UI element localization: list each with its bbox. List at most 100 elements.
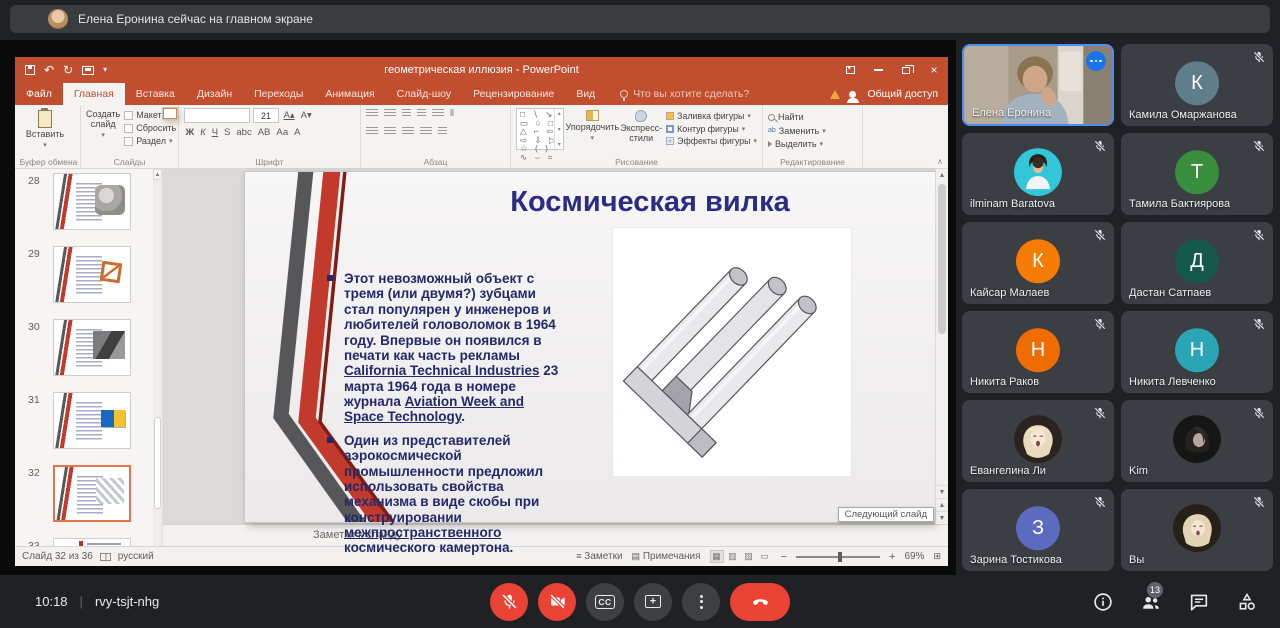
normal-view-button[interactable]: ▦ xyxy=(710,550,724,563)
collapse-ribbon-icon[interactable]: ∧ xyxy=(937,157,943,166)
slide-thumbnail-preview[interactable] xyxy=(53,319,131,376)
slide-thumbnail-preview[interactable] xyxy=(53,538,131,546)
activities-button[interactable] xyxy=(1236,591,1258,613)
slide-thumbnail[interactable]: 28 xyxy=(15,173,162,230)
zoom-slider[interactable] xyxy=(796,556,880,558)
ribbon-tab-6[interactable]: Анимация xyxy=(314,83,385,105)
slide-thumbnail[interactable]: 32 xyxy=(15,465,162,522)
shape-effects-button[interactable]: Эффекты фигуры▾ xyxy=(666,136,757,146)
warning-icon[interactable] xyxy=(830,90,840,99)
participant-tile[interactable]: ТТамила Бактиярова xyxy=(1121,133,1273,215)
participant-tile[interactable]: ККайсар Малаев xyxy=(962,222,1114,304)
arrange-button[interactable]: Упорядочить▾ xyxy=(568,108,616,143)
bullets-icon[interactable] xyxy=(366,109,378,118)
previous-slide-button[interactable]: ▲ xyxy=(936,498,948,511)
scroll-up-icon[interactable]: ▲ xyxy=(153,169,162,180)
ribbon-tab-7[interactable]: Слайд-шоу xyxy=(386,83,462,105)
select-button[interactable]: Выделить▾ xyxy=(768,139,826,149)
font-style-button[interactable]: Ж xyxy=(184,127,196,138)
decrease-font-icon[interactable]: А▾ xyxy=(299,110,313,121)
scroll-down-icon[interactable]: ▼ xyxy=(936,485,948,498)
slide-canvas[interactable]: Космическая вилка Этот невозможный объек… xyxy=(245,172,935,522)
participant-tile[interactable]: Елена Еронина xyxy=(962,44,1114,126)
camera-off-button[interactable] xyxy=(538,583,576,621)
font-style-button[interactable]: АВ xyxy=(256,127,272,138)
comments-toggle[interactable]: ▤ Примечания xyxy=(632,551,701,562)
shapes-scroll[interactable]: ▴▾▾ xyxy=(554,109,563,149)
notes-toggle[interactable]: ≡ Заметки xyxy=(576,551,622,562)
participant-tile[interactable]: ННикита Раков xyxy=(962,311,1114,393)
ribbon-tab-1[interactable]: Файл xyxy=(15,83,63,105)
align-center-icon[interactable] xyxy=(384,127,396,136)
slide-thumbnail-preview[interactable] xyxy=(53,173,131,230)
font-style-button[interactable]: Ч xyxy=(210,127,219,138)
slide-thumbnail-preview[interactable] xyxy=(53,465,131,522)
spellcheck-icon[interactable] xyxy=(100,553,111,561)
participant-tile[interactable]: ННикита Левченко xyxy=(1121,311,1273,393)
ribbon-tab-4[interactable]: Дизайн xyxy=(186,83,243,105)
reset-button[interactable]: Сбросить xyxy=(124,123,176,133)
fit-to-window-icon[interactable]: ⊞ xyxy=(933,551,941,562)
leave-call-button[interactable] xyxy=(730,583,790,621)
font-style-button[interactable]: К xyxy=(199,127,208,138)
numbering-icon[interactable] xyxy=(384,109,396,118)
mic-mute-button[interactable] xyxy=(490,583,528,621)
align-right-icon[interactable] xyxy=(402,127,414,136)
zoom-in-button[interactable]: + xyxy=(889,551,895,563)
section-button[interactable]: Раздел▾ xyxy=(124,136,176,146)
find-button[interactable]: Найти xyxy=(768,112,826,122)
font-style-button[interactable]: S xyxy=(223,127,232,138)
quick-styles-button[interactable]: Экспресс-стили xyxy=(620,108,662,144)
tile-more-options-button[interactable] xyxy=(1086,51,1106,71)
slide-thumbnail-preview[interactable] xyxy=(53,392,131,449)
chat-button[interactable] xyxy=(1188,591,1210,613)
font-style-button[interactable]: Аа xyxy=(275,127,290,138)
participants-button[interactable]: 13 xyxy=(1140,591,1162,613)
participant-tile[interactable]: Евангелина Ли xyxy=(962,400,1114,482)
ribbon-tab-3[interactable]: Вставка xyxy=(125,83,186,105)
participant-tile[interactable]: Kim xyxy=(1121,400,1273,482)
thumbnail-scrollbar[interactable]: ▲ xyxy=(153,169,162,546)
shapes-gallery[interactable]: □ ∖ ↘ ▭ ○ □ △ ⌐ ⇦ ⇨ ⇩ ▷ ☆ ( ) ∿ ⌣ = ▴▾▾ xyxy=(516,108,564,150)
columns-icon[interactable]: ⦀ xyxy=(450,108,454,119)
participant-tile[interactable]: ilminam Baratova xyxy=(962,133,1114,215)
slide-thumbnail-preview[interactable] xyxy=(53,246,131,303)
indent-decrease-icon[interactable] xyxy=(402,109,411,118)
ribbon-tab-5[interactable]: Переходы xyxy=(243,83,314,105)
slide-thumbnail[interactable]: 31 xyxy=(15,392,162,449)
slideshow-view-button[interactable]: ▭ xyxy=(758,550,772,563)
slide-thumbnail[interactable]: 29 xyxy=(15,246,162,303)
captions-button[interactable]: CC xyxy=(586,583,624,621)
font-size-input[interactable]: 21 xyxy=(253,108,279,123)
participant-tile[interactable]: ККамила Омаржанова xyxy=(1121,44,1273,126)
ribbon-tab-9[interactable]: Вид xyxy=(565,83,606,105)
shape-fill-button[interactable]: Заливка фигуры▾ xyxy=(666,111,757,121)
replace-button[interactable]: abЗаменить▾ xyxy=(768,126,826,136)
next-slide-button[interactable]: ▼ xyxy=(936,511,948,524)
present-button[interactable] xyxy=(634,583,672,621)
font-name-input[interactable] xyxy=(184,108,250,123)
slide-thumbnail[interactable]: 33 xyxy=(15,538,162,546)
slide-thumbnail-panel[interactable]: 28 29 30 31 32 33 ▲ xyxy=(15,169,163,546)
slide-thumbnail[interactable]: 30 xyxy=(15,319,162,376)
slide-sorter-view-button[interactable]: ▥ xyxy=(726,550,740,563)
reading-view-button[interactable]: ▨ xyxy=(742,550,756,563)
participant-tile[interactable]: ДДастан Сатпаев xyxy=(1121,222,1273,304)
scroll-up-icon[interactable]: ▲ xyxy=(936,169,948,182)
tell-me-search[interactable]: Что вы хотите сделать? xyxy=(620,83,749,105)
increase-font-icon[interactable]: А▴ xyxy=(282,110,296,121)
participant-tile[interactable]: Вы xyxy=(1121,489,1273,571)
line-spacing-icon[interactable] xyxy=(432,109,444,118)
font-style-button[interactable]: А xyxy=(293,127,302,138)
share-button[interactable]: Общий доступ xyxy=(867,88,938,100)
participant-tile[interactable]: ЗЗарина Тостикова xyxy=(962,489,1114,571)
justify-icon[interactable] xyxy=(420,127,432,136)
paste-button[interactable]: Вставить▾ xyxy=(22,108,68,150)
text-direction-icon[interactable] xyxy=(438,127,447,136)
more-options-button[interactable] xyxy=(682,583,720,621)
language-indicator[interactable]: русский xyxy=(118,551,154,562)
slide-scrollbar[interactable]: ▲ ▼ ▲ ▼ xyxy=(935,169,948,524)
scrollbar-thumb[interactable] xyxy=(938,184,946,334)
font-style-button[interactable]: abc xyxy=(235,127,253,138)
indent-increase-icon[interactable] xyxy=(417,109,426,118)
